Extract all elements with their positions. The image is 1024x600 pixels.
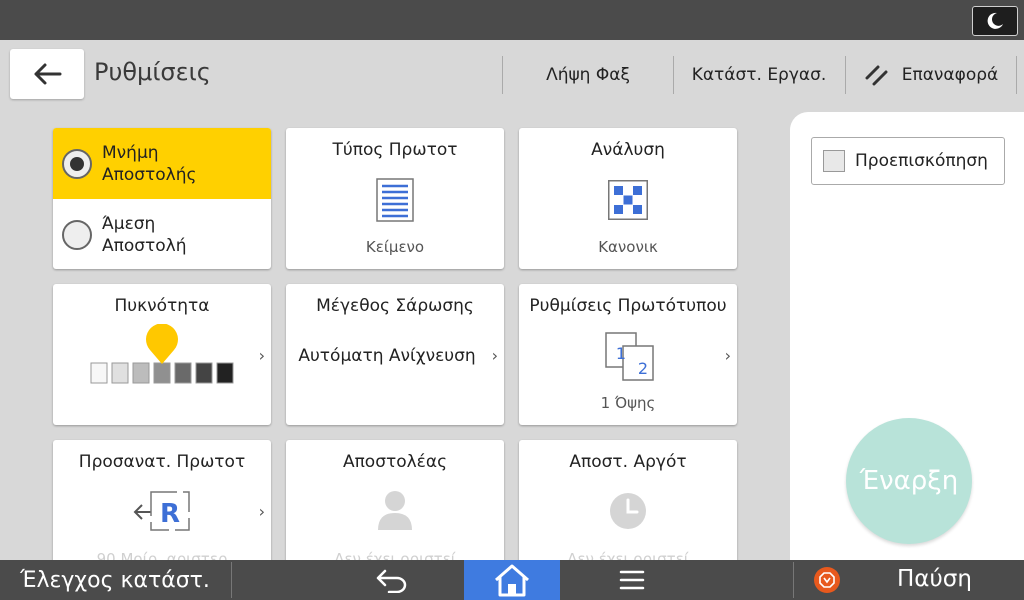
night-mode-button[interactable] xyxy=(972,6,1018,36)
radio-selected-icon xyxy=(62,148,92,179)
chevron-right-icon: › xyxy=(258,346,265,365)
clock-icon xyxy=(610,493,646,529)
arrow-left-icon xyxy=(34,63,62,85)
sender-tile[interactable]: Αποστολέας Δεν έχει οριστεί xyxy=(286,440,504,560)
chevron-right-icon: › xyxy=(258,502,265,521)
moon-icon xyxy=(987,12,1003,29)
preview-toggle[interactable]: Προεπισκόπηση xyxy=(811,137,1005,185)
home-button[interactable] xyxy=(464,560,560,600)
page-number: 1 xyxy=(616,344,626,363)
immediate-send-label: Άμεση Αποστολή xyxy=(102,213,187,256)
original-type-tile[interactable]: Τύπος Πρωτοτ Κείμενο xyxy=(286,128,504,269)
settings-grid: Μνήμη Αποστολής Άμεση Αποστολή Τύπος Πρω… xyxy=(0,110,790,560)
hamburger-menu-icon xyxy=(619,570,645,590)
send-mode-tile: Μνήμη Αποστολής Άμεση Αποστολή xyxy=(53,128,271,269)
chevron-right-icon: › xyxy=(724,346,731,365)
tile-value: 1 Όψης xyxy=(600,394,656,412)
density-scale-icon xyxy=(90,324,234,384)
immediate-send-option[interactable]: Άμεση Αποστολή xyxy=(53,199,271,269)
receive-fax-label: Λήψη Φαξ xyxy=(546,65,630,85)
start-label: Έναρξη xyxy=(859,466,959,496)
one-sided-pages-icon: 1 2 xyxy=(605,332,654,381)
tile-value: 90 Μοίρ. αριστερ xyxy=(96,550,228,560)
undo-button[interactable] xyxy=(344,560,440,600)
tile-value: Δεν έχει οριστεί xyxy=(567,550,689,560)
person-icon xyxy=(378,491,412,530)
resolution-icon xyxy=(608,180,648,220)
divider xyxy=(1016,56,1017,94)
tile-title: Προσανατ. Πρωτοτ xyxy=(78,452,246,472)
page-title: Ρυθμίσεις xyxy=(94,58,211,86)
orientation-glyph: R xyxy=(160,499,180,529)
start-button[interactable]: Έναρξη xyxy=(846,418,972,544)
back-button[interactable] xyxy=(10,49,84,99)
preview-label: Προεπισκόπηση xyxy=(855,151,988,171)
tile-value: Αυτόματη Ανίχνευση xyxy=(298,346,476,366)
pause-button[interactable]: Παύση xyxy=(794,560,1024,600)
divider xyxy=(231,562,232,598)
delayed-send-tile[interactable]: Αποστ. Αργότ Δεν έχει οριστεί xyxy=(519,440,737,560)
rotate-left-icon: R xyxy=(133,491,190,531)
text-document-icon xyxy=(376,178,414,222)
receive-fax-button[interactable]: Λήψη Φαξ xyxy=(503,58,673,92)
chevron-right-icon: › xyxy=(491,346,498,365)
job-status-button[interactable]: Κατάστ. Εργασ. xyxy=(674,58,844,92)
tile-title: Τύπος Πρωτοτ xyxy=(332,140,458,160)
checkbox-icon xyxy=(823,150,845,172)
header: Ρυθμίσεις Λήψη Φαξ Κατάστ. Εργασ. Επαναφ… xyxy=(0,40,1024,110)
radio-unselected-icon xyxy=(62,219,92,250)
tile-value: Κανονικ xyxy=(598,238,658,256)
status-check-button[interactable]: Έλεγχος κατάστ. xyxy=(0,560,230,600)
reset-slashes-icon xyxy=(865,65,888,86)
tile-title: Μέγεθος Σάρωσης xyxy=(316,296,474,316)
menu-button[interactable] xyxy=(584,560,680,600)
tile-title: Ρυθμίσεις Πρωτότυπου xyxy=(529,296,727,316)
original-settings-tile[interactable]: Ρυθμίσεις Πρωτότυπου 1 2 1 Όψης › xyxy=(519,284,737,425)
tile-title: Ανάλυση xyxy=(591,140,665,160)
page-number: 2 xyxy=(638,359,648,378)
memory-send-label: Μνήμη Αποστολής xyxy=(102,142,197,185)
tile-value: Δεν έχει οριστεί xyxy=(334,550,456,560)
tile-title: Πυκνότητα xyxy=(114,296,210,316)
job-status-label: Κατάστ. Εργασ. xyxy=(691,65,827,85)
top-bar xyxy=(0,0,1024,40)
status-check-label: Έλεγχος κατάστ. xyxy=(20,567,210,593)
pause-label: Παύση xyxy=(897,566,972,592)
orientation-tile[interactable]: Προσανατ. Πρωτοτ R 90 Μοίρ. αριστερ › xyxy=(53,440,271,560)
side-panel: Προεπισκόπηση Έναρξη xyxy=(790,112,1024,560)
scan-size-tile[interactable]: Μέγεθος Σάρωσης Αυτόματη Ανίχνευση › xyxy=(286,284,504,425)
tile-value: Κείμενο xyxy=(365,238,425,256)
bottom-bar: Έλεγχος κατάστ. Παύση xyxy=(0,560,1024,600)
memory-send-option[interactable]: Μνήμη Αποστολής xyxy=(53,128,271,199)
reset-button[interactable]: Επαναφορά xyxy=(846,58,1016,92)
home-icon xyxy=(495,564,529,597)
density-tile[interactable]: Πυκνότητα › xyxy=(53,284,271,425)
resolution-tile[interactable]: Ανάλυση Κανονικ xyxy=(519,128,737,269)
tile-title: Αποστ. Αργότ xyxy=(569,452,687,472)
return-arrow-icon xyxy=(376,569,407,593)
stop-icon xyxy=(814,567,840,593)
reset-label: Επαναφορά xyxy=(901,65,999,85)
tile-title: Αποστολέας xyxy=(342,452,448,472)
